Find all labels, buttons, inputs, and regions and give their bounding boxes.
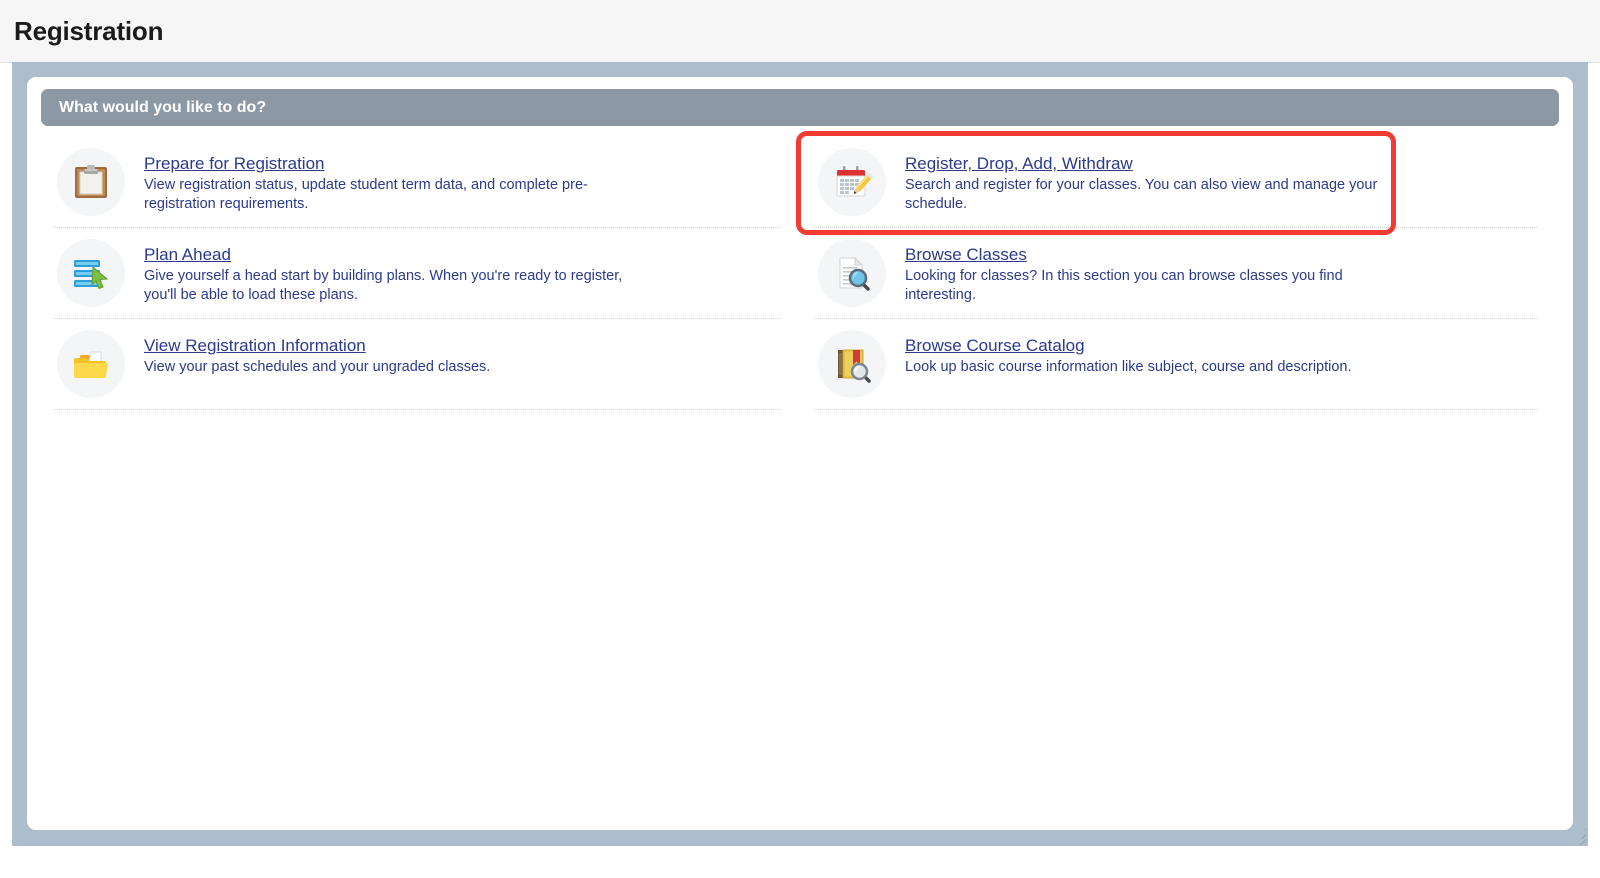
card-body: Browse Classes Looking for classes? In t… [905, 239, 1537, 305]
clipboard-icon [57, 148, 125, 216]
page-titlebar: Registration [0, 0, 1600, 63]
card-body: Prepare for Registration View registrati… [144, 148, 780, 214]
card-view-registration-information[interactable]: View Registration Information View your … [53, 319, 780, 410]
section-header: What would you like to do? [41, 89, 1559, 126]
card-browse-classes[interactable]: Browse Classes Looking for classes? In t… [814, 228, 1537, 319]
page-title: Registration [14, 15, 164, 46]
cards-column-left: Prepare for Registration View registrati… [41, 137, 800, 410]
card-body: Browse Course Catalog Look up basic cour… [905, 330, 1537, 377]
document-search-icon [818, 239, 886, 307]
card-register-drop-add-withdraw[interactable]: Register, Drop, Add, Withdraw Search and… [814, 137, 1537, 228]
card-browse-course-catalog[interactable]: Browse Course Catalog Look up basic cour… [814, 319, 1537, 410]
card-description: Looking for classes? In this section you… [905, 268, 1343, 303]
card-description: Give yourself a head start by building p… [144, 268, 623, 303]
window-resize-handle[interactable] [1560, 819, 1586, 845]
card-body: Register, Drop, Add, Withdraw Search and… [905, 148, 1537, 214]
book-search-icon [818, 330, 886, 398]
card-title-link[interactable]: Plan Ahead [144, 244, 231, 265]
grip-line [1584, 825, 1586, 831]
card-body: Plan Ahead Give yourself a head start by… [144, 239, 780, 305]
card-title-link[interactable]: Browse Course Catalog [905, 335, 1085, 356]
content-panel: What would you like to do? Prepare for R… [27, 77, 1573, 830]
card-description: Look up basic course information like su… [905, 359, 1352, 375]
cards-grid: Prepare for Registration View registrati… [41, 131, 1559, 410]
card-title-link[interactable]: Register, Drop, Add, Withdraw [905, 153, 1133, 174]
calendar-pencil-icon [818, 148, 886, 216]
open-folder-icon [57, 330, 125, 398]
content-frame: What would you like to do? Prepare for R… [12, 62, 1588, 846]
card-title-link[interactable]: View Registration Information [144, 335, 366, 356]
card-title-link[interactable]: Browse Classes [905, 244, 1027, 265]
card-plan-ahead[interactable]: Plan Ahead Give yourself a head start by… [53, 228, 780, 319]
card-body: View Registration Information View your … [144, 330, 780, 377]
card-description: View your past schedules and your ungrad… [144, 359, 491, 375]
plan-list-arrow-icon [57, 239, 125, 307]
cards-column-right: Register, Drop, Add, Withdraw Search and… [796, 131, 1559, 410]
card-prepare-for-registration[interactable]: Prepare for Registration View registrati… [53, 137, 780, 228]
card-description: View registration status, update student… [144, 177, 588, 212]
section-header-label: What would you like to do? [59, 98, 267, 116]
card-description: Search and register for your classes. Yo… [905, 177, 1378, 212]
card-title-link[interactable]: Prepare for Registration [144, 153, 324, 174]
